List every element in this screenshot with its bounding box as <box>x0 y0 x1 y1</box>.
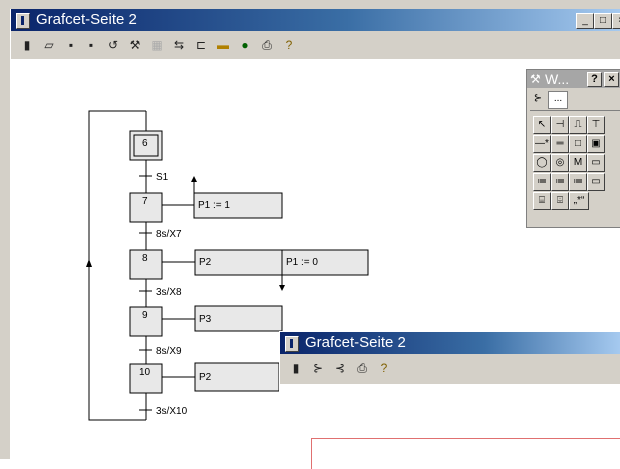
second-window-icon <box>285 336 299 352</box>
list-icon[interactable]: ⊰ <box>332 360 348 376</box>
transition-8s-x9-label: 8s/X9 <box>156 346 182 357</box>
tool-palette: ⚒ W... ? × ⊱ ... ↖ ⊣ ⎍ ⊤ —* ═ □ ▣ ◯ ◎ M … <box>526 69 620 228</box>
palette-tool-macro-step[interactable]: ◯ <box>533 154 551 172</box>
palette-icon: ⚒ <box>530 72 541 86</box>
transition-3s-x8-label: 3s/X8 <box>156 287 182 298</box>
palette-title: W... <box>545 71 570 87</box>
transition-8s-x7-label: 8s/X7 <box>156 229 182 240</box>
palette-tool-select[interactable]: ↖ <box>533 116 551 134</box>
palette-tool-step[interactable]: □ <box>569 135 587 153</box>
palette-tool-assign-up[interactable]: ≔ <box>569 173 587 191</box>
palette-tool-transition[interactable]: ⊣ <box>551 116 569 134</box>
step-6-label: 6 <box>142 138 148 149</box>
palette-tool-memory[interactable]: M <box>569 154 587 172</box>
palette-title-bar[interactable]: ⚒ W... ? × <box>527 70 620 88</box>
help-icon[interactable]: ? <box>376 360 392 376</box>
palette-tool-assign-down[interactable]: ≔ <box>551 173 569 191</box>
action-p3-label: P3 <box>199 314 212 325</box>
print-icon[interactable]: ⎙ <box>354 360 370 376</box>
second-toolbar: ▮ ⊱ ⊰ ⎙ ? <box>280 354 620 384</box>
palette-grid: ↖ ⊣ ⎍ ⊤ —* ═ □ ▣ ◯ ◎ M ▭ ≔ ≔ ≔ ▭ ⌸ ⌹ „*“ <box>530 110 620 225</box>
palette-tab-more[interactable]: ... <box>548 91 568 109</box>
step-9-label: 9 <box>142 310 148 321</box>
second-title-bar[interactable]: Grafcet-Seite 2 <box>280 332 620 354</box>
palette-tool-jump[interactable]: ⎍ <box>569 116 587 134</box>
action-p1-reset-label: P1 := 0 <box>286 257 318 268</box>
action-p2-a-label: P2 <box>199 257 212 268</box>
new-icon[interactable]: ▮ <box>288 360 304 376</box>
palette-tool-assign[interactable]: ≔ <box>533 173 551 191</box>
palette-tool-frame[interactable]: ⌸ <box>533 192 551 210</box>
step-10-label: 10 <box>139 367 151 378</box>
loop-up-arrow <box>86 259 92 267</box>
palette-tab-steps[interactable]: ⊱ <box>530 91 546 107</box>
palette-close-button[interactable]: × <box>604 72 619 87</box>
action-p1-set-label: P1 := 1 <box>198 200 230 211</box>
second-window-title: Grafcet-Seite 2 <box>305 334 406 351</box>
transition-3s-x10-label: 3s/X10 <box>156 406 188 417</box>
palette-tool-parallel[interactable]: ═ <box>551 135 569 153</box>
page-border <box>311 438 620 469</box>
palette-tool-comment[interactable]: „*“ <box>569 192 589 210</box>
palette-tool-block[interactable]: ▭ <box>587 173 605 191</box>
tree-icon[interactable]: ⊱ <box>310 360 326 376</box>
palette-help-button[interactable]: ? <box>587 72 602 87</box>
step-8-label: 8 <box>142 253 148 264</box>
action-p2-b-label: P2 <box>199 372 212 383</box>
palette-tool-enclosing-step[interactable]: ◎ <box>551 154 569 172</box>
step-7-label: 7 <box>142 196 148 207</box>
palette-tool-initial-step[interactable]: ▣ <box>587 135 605 153</box>
palette-tool-branch[interactable]: ⊤ <box>587 116 605 134</box>
palette-tool-link[interactable]: —* <box>533 135 551 153</box>
transition-s1-label: S1 <box>156 172 169 183</box>
palette-tool-action[interactable]: ▭ <box>587 154 605 172</box>
palette-tool-partial[interactable]: ⌹ <box>551 192 569 210</box>
